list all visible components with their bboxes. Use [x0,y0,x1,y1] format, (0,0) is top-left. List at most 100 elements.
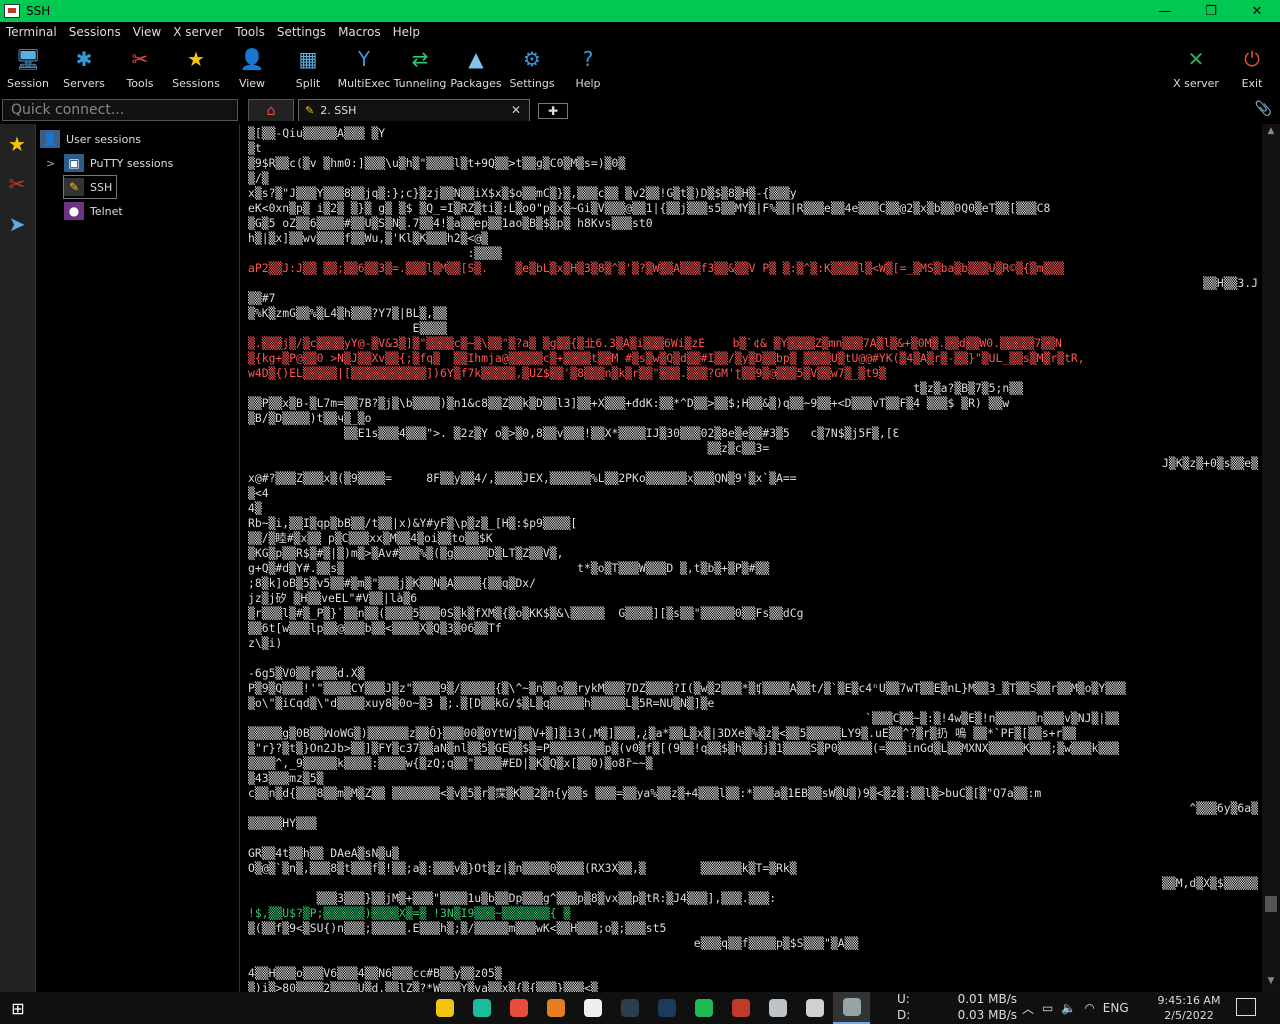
language-indicator[interactable]: ENG [1103,1001,1129,1015]
toolbar-tunneling-button[interactable]: ⇄ Tunneling [392,42,448,94]
terminal-line: g+Q▒#d▒Y#.▒▒s▒ t*▒o▒T▒▒▒W▒▒▒D ▒,t▒b▒+▒P▒… [248,561,770,575]
tab-home[interactable]: ⌂ [248,99,294,121]
tab-ssh-session[interactable]: ✎ 2. SSH ✕ [298,99,530,121]
terminal-line: :▒▒▒▒ [248,246,502,260]
terminal-line: GR▒▒4t▒▒h▒▒ DAeA▒sN▒u▒ [248,846,399,860]
toolbar-label: Servers [63,77,105,90]
photoshop-icon[interactable] [648,992,685,1024]
notification-icon[interactable] [1236,998,1256,1016]
menu-view[interactable]: View [127,25,167,39]
menu-terminal[interactable]: Terminal [0,25,63,39]
terminal-line: ▒▒M,d▒X▒$▒▒▒▒▒ [1161,876,1258,890]
toolbar-label: Exit [1241,77,1263,90]
minimize-button[interactable]: — [1142,0,1188,22]
file-explorer-icon[interactable] [426,992,463,1024]
ssh-icon: ✎ [64,178,84,196]
clock-time: 9:45:16 AM [1157,994,1221,1007]
toolbar-label: Settings [509,77,555,90]
menu-x-server[interactable]: X server [167,25,229,39]
tree-telnet-label: Telnet [90,204,123,218]
volume-icon[interactable]: 🔈 [1061,1001,1076,1015]
firefox-icon[interactable] [537,992,574,1024]
toolbar-session-button[interactable]: 🖥 Session [0,42,56,94]
terminal-scrollbar[interactable]: ▲ ▼ [1262,124,1280,992]
terminal-output[interactable]: ▒[▒▒-Qiu▒▒▒▒▒A▒▒▒ ▒Y ▒t ▒9$R▒▒c(▒v ▒hm0:]▒… [244,124,1262,992]
toolbar-tools-button[interactable]: ✂ Tools [112,42,168,94]
terminal-line: ▒▒#7 [248,291,276,305]
tree-telnet[interactable]: ● Telnet [64,200,123,222]
terminal-line: w4D▒{)EL▒▒▒▒▒|[▒▒▒▒▒▒▒▒▒▒▒])6Y▒f7k▒▒▒▒▒,… [248,366,886,380]
tree-user-sessions[interactable]: 👤 User sessions [40,128,141,150]
clock[interactable]: 9:45:16 AM 2/5/2022 [1156,993,1222,1023]
star-icon: ★ [187,47,205,71]
network-app-icon[interactable] [759,992,796,1024]
terminal-line: Rb~▒i,▒▒I▒qp▒bB▒▒/t▒▒|x)&Y#yF▒\p▒z▒_[H▒:… [248,516,578,530]
expand-chevron-icon[interactable]: > [46,157,64,170]
settings-icon: ⚙ [523,47,541,71]
close-button[interactable]: ✕ [1234,0,1280,22]
toolbar-sessions-button[interactable]: ★ Sessions [168,42,224,94]
toolbar-label: Packages [450,77,502,90]
help-icon: ? [582,47,594,71]
start-button[interactable]: ⊞ [0,992,36,1024]
wifi-icon[interactable]: ◠ [1084,1001,1094,1015]
tree-putty-sessions[interactable]: > ▣ PuTTY sessions [46,152,173,174]
toolbar-multiexec-button[interactable]: Y MultiExec [336,42,392,94]
toolbar-settings-button[interactable]: ⚙ Settings [504,42,560,94]
terminal-line: ▒)i▒>80▒▒▒▒2▒▒▒▒U▒d,▒▒lZ▒?*W▒▒▒Y▒ya▒▒x▒{… [248,981,598,992]
quick-connect-input[interactable]: Quick connect... [2,99,238,121]
attach-icon[interactable]: 📎 [1255,101,1272,117]
menu-sessions[interactable]: Sessions [63,25,127,39]
tree-ssh[interactable]: ✎ SSH [62,175,118,199]
tools-strip-icon[interactable]: ✂ [0,164,34,204]
toolbar-packages-button[interactable]: ▲ Packages [448,42,504,94]
terminal-line: ▒r▒▒▒l▒#▒_P▒}`▒▒n▒▒(▒▒▒▒5▒▒▒0S▒k▒fXM▒{▒o… [248,606,804,620]
tunneling-icon: ⇄ [411,47,429,71]
terminal-line: ▒KG▒p▒▒R$▒#▒|▒)m▒>▒Av#▒▒▒%▒(▒g▒▒▒▒▒D▒LT▒… [248,546,564,560]
scrollbar-thumb[interactable] [1265,896,1277,912]
terminal-line: ▒B/▒D▒▒▒▒)t▒▒ч▒_▒o [248,411,372,425]
spotify-icon[interactable] [685,992,722,1024]
toolbar-x-server-button[interactable]: ✕ X server [1168,42,1224,94]
terminal-line: ▒43▒▒▒mz▒5▒ [248,771,324,785]
teamviewer-icon[interactable] [722,992,759,1024]
tray-chevron-icon[interactable]: ︿ [1022,1000,1034,1017]
terminal-line: aP2▒▒J:J▒▒ ▒▒;▒▒6▒▒3▒=.▒▒▒l▒M▒▒[S▒. ▒e▒b… [248,261,1065,275]
menu-macros[interactable]: Macros [332,25,387,39]
tab-close-icon[interactable]: ✕ [511,103,521,117]
toolbar-exit-button[interactable]: ⏻ Exit [1224,42,1280,94]
menu-tools[interactable]: Tools [229,25,271,39]
menu-settings[interactable]: Settings [271,25,332,39]
toolbar-servers-button[interactable]: ✱ Servers [56,42,112,94]
terminal-line: ▒(▒▒f▒9<▒SU{)n▒▒▒;▒▒▒▒▒.E▒▒▒h▒;▒/▒▒▒▒▒m▒… [248,921,667,935]
media-app-icon[interactable] [796,992,833,1024]
send-strip-icon[interactable]: ➤ [0,204,34,244]
toolbar-label: Sessions [172,77,220,90]
home-icon: ⌂ [266,102,276,119]
toolbar-view-button[interactable]: 👤 View [224,42,280,94]
battery-icon[interactable]: ▭ [1042,1001,1053,1015]
toolbar-help-button[interactable]: ? Help [560,42,616,94]
notepad-icon[interactable] [574,992,611,1024]
mobaxterm-icon[interactable] [833,992,870,1024]
terminal-line: x@#?▒▒▒Z▒▒▒x▒(▒9▒▒▒▒= 8F▒▒y▒▒4/,▒▒▒▒JEX,… [248,471,797,485]
toolbar-label: Tools [126,77,154,90]
terminal-line: ▒{kg+▒P@▒▒0 >N▒J▒▒Xv▒▒{;▒fq▒ ▒▒Ihmja@▒▒▒… [248,351,1085,365]
new-tab-button[interactable]: ✚ [538,103,568,119]
terminal-line: ▒.▒▒▒j▒/▒c▒▒▒▒yY@-▒V&3▒]▒"▒▒▒▒c▒~▒\▒▒"▒?… [248,336,1062,350]
chrome-icon[interactable] [500,992,537,1024]
lightroom-icon[interactable] [611,992,648,1024]
favorites-star-icon[interactable]: ★ [0,124,34,164]
tools-icon: ✂ [131,47,149,71]
menu-help[interactable]: Help [387,25,426,39]
toolbar-split-button[interactable]: ▦ Split [280,42,336,94]
app-glyph [805,999,824,1017]
title-bar: SSH — ❐ ✕ [0,0,1280,22]
edge-icon[interactable] [463,992,500,1024]
split-icon: ▦ [298,47,318,71]
toolbar-label: Split [295,77,321,90]
terminal-line: ^▒▒▒6y▒6a▒ [1189,801,1258,815]
scroll-down-icon[interactable]: ▼ [1265,976,1277,988]
scroll-up-icon[interactable]: ▲ [1265,126,1277,138]
restore-button[interactable]: ❐ [1188,0,1234,22]
